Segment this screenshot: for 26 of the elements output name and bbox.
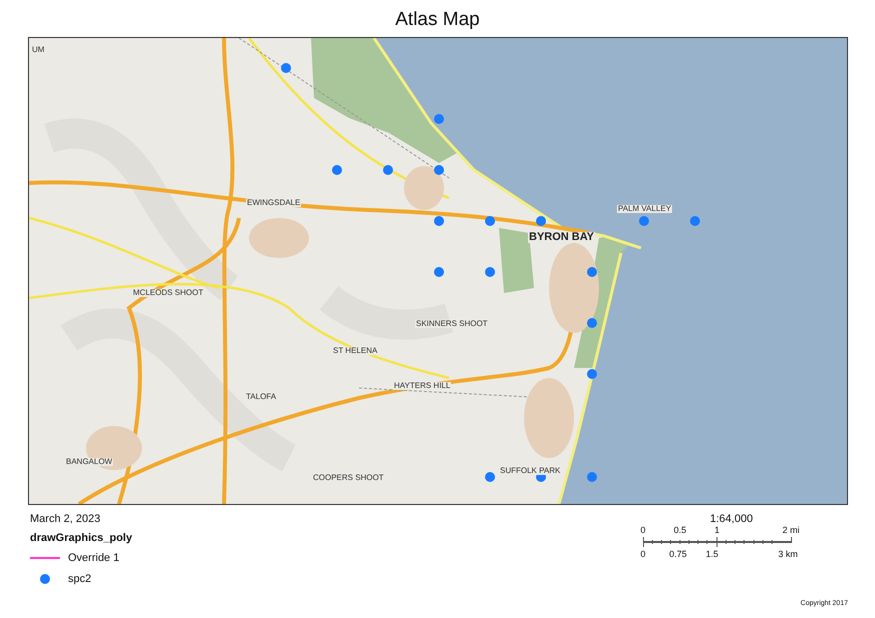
map-date: March 2, 2023 [30,513,102,525]
scale-ratio: 1:64,000 [710,513,753,525]
scale-label: 1 [714,525,720,535]
legend-label: spc2 [68,573,92,585]
scale-label: 0.5 [674,525,686,535]
scale-label: 0 [640,549,646,559]
scale-label: 2 mi [782,525,800,535]
place-label: SUFFOLK PARK [499,467,562,475]
scale-label: 3 km [778,549,798,559]
place-label: PALM VALLEY [617,205,672,213]
scale-label: 0.75 [669,549,687,559]
scale-label: 1.5 [706,549,718,559]
legend-label: Override 1 [68,552,120,564]
map-title: Atlas Map [394,8,481,32]
place-label: COOPERS SHOOT [312,474,385,482]
place-label: EWINGSDALE [246,199,302,207]
place-label: TALOFA [245,393,278,401]
place-label: ST HELENA [332,347,378,355]
place-label: SKINNERS SHOOT [415,320,489,328]
place-label: HAYTERS HILL [393,382,452,390]
place-label: MCLEODS SHOOT [132,289,204,297]
place-label: BYRON BAY [528,232,595,243]
legend-title: drawGraphics_poly [30,532,132,544]
place-label: UM [31,46,46,54]
place-label: BANGALOW [65,458,114,466]
scale-label: 0 [640,525,646,535]
